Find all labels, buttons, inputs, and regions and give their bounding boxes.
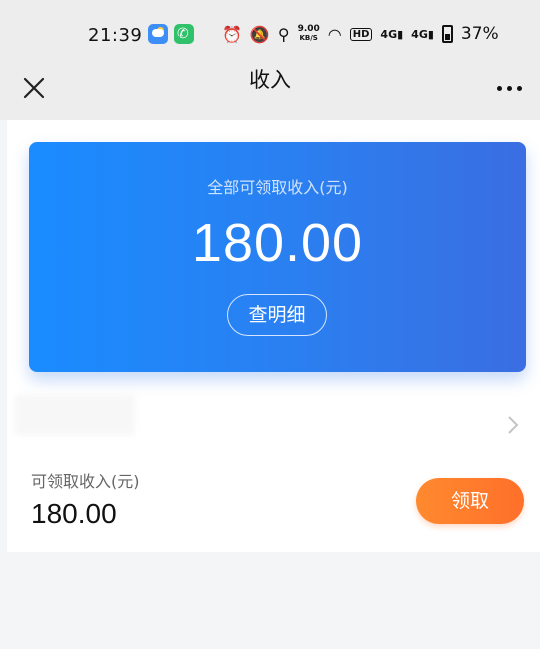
- signal-label-1: 4G: [380, 27, 398, 41]
- signal-icon-1: 4G▮: [380, 27, 404, 41]
- income-panel: 全部可领取收入(元) 180.00 查明细 可领取收入(元) 180.00 领取: [7, 120, 540, 552]
- battery-percent: 37%: [460, 24, 499, 44]
- hd-icon: HD: [349, 27, 373, 41]
- status-time: 21:39: [88, 24, 143, 46]
- battery-icon: [441, 25, 453, 43]
- signal-label-2: 4G: [411, 27, 428, 41]
- network-speed: 9.00 KB/S: [298, 25, 320, 43]
- total-income-amount: 180.00: [191, 213, 364, 273]
- location-icon: ⚲: [277, 24, 290, 44]
- network-speed-unit: KB/S: [299, 34, 318, 42]
- status-icons: ⏰ 🔕 ⚲ 9.00 KB/S ◠ HD 4G▮ 4G▮ 37%: [222, 22, 499, 46]
- network-speed-value: 9.00: [297, 24, 320, 34]
- wifi-icon: ◠: [327, 24, 342, 44]
- nav-bar: 收入: [0, 60, 540, 116]
- page-content: 全部可领取收入(元) 180.00 查明细 可领取收入(元) 180.00 领取: [7, 120, 540, 649]
- mute-icon: 🔕: [249, 24, 270, 44]
- top-bar: 21:39 ✆ ⏰ 🔕 ⚲ 9.00 KB/S ◠ HD 4G▮ 4G▮ 37%…: [0, 0, 540, 120]
- claim-button[interactable]: 领取: [416, 478, 524, 524]
- total-income-label: 全部可领取收入(元): [207, 178, 348, 197]
- claimable-income-label: 可领取收入(元): [31, 472, 140, 491]
- more-dot-icon: [496, 85, 502, 91]
- status-bar: 21:39 ✆ ⏰ 🔕 ⚲ 9.00 KB/S ◠ HD 4G▮ 4G▮ 37%: [0, 16, 540, 54]
- more-options-button[interactable]: [492, 76, 526, 100]
- total-income-card: 全部可领取收入(元) 180.00 查明细: [29, 142, 526, 372]
- row-chevron-right-icon[interactable]: [506, 414, 520, 436]
- signal-icon-2: 4G▮: [411, 27, 434, 41]
- view-details-button[interactable]: 查明细: [227, 294, 327, 336]
- blurred-row-content: [15, 395, 135, 435]
- alarm-icon: ⏰: [222, 24, 242, 44]
- more-dot-icon: [506, 85, 512, 91]
- weather-app-icon: [148, 24, 168, 44]
- phone-app-icon: ✆: [174, 24, 194, 44]
- page-title: 收入: [249, 68, 291, 92]
- more-dot-icon: [516, 85, 522, 91]
- claimable-income-amount: 180.00: [31, 498, 117, 529]
